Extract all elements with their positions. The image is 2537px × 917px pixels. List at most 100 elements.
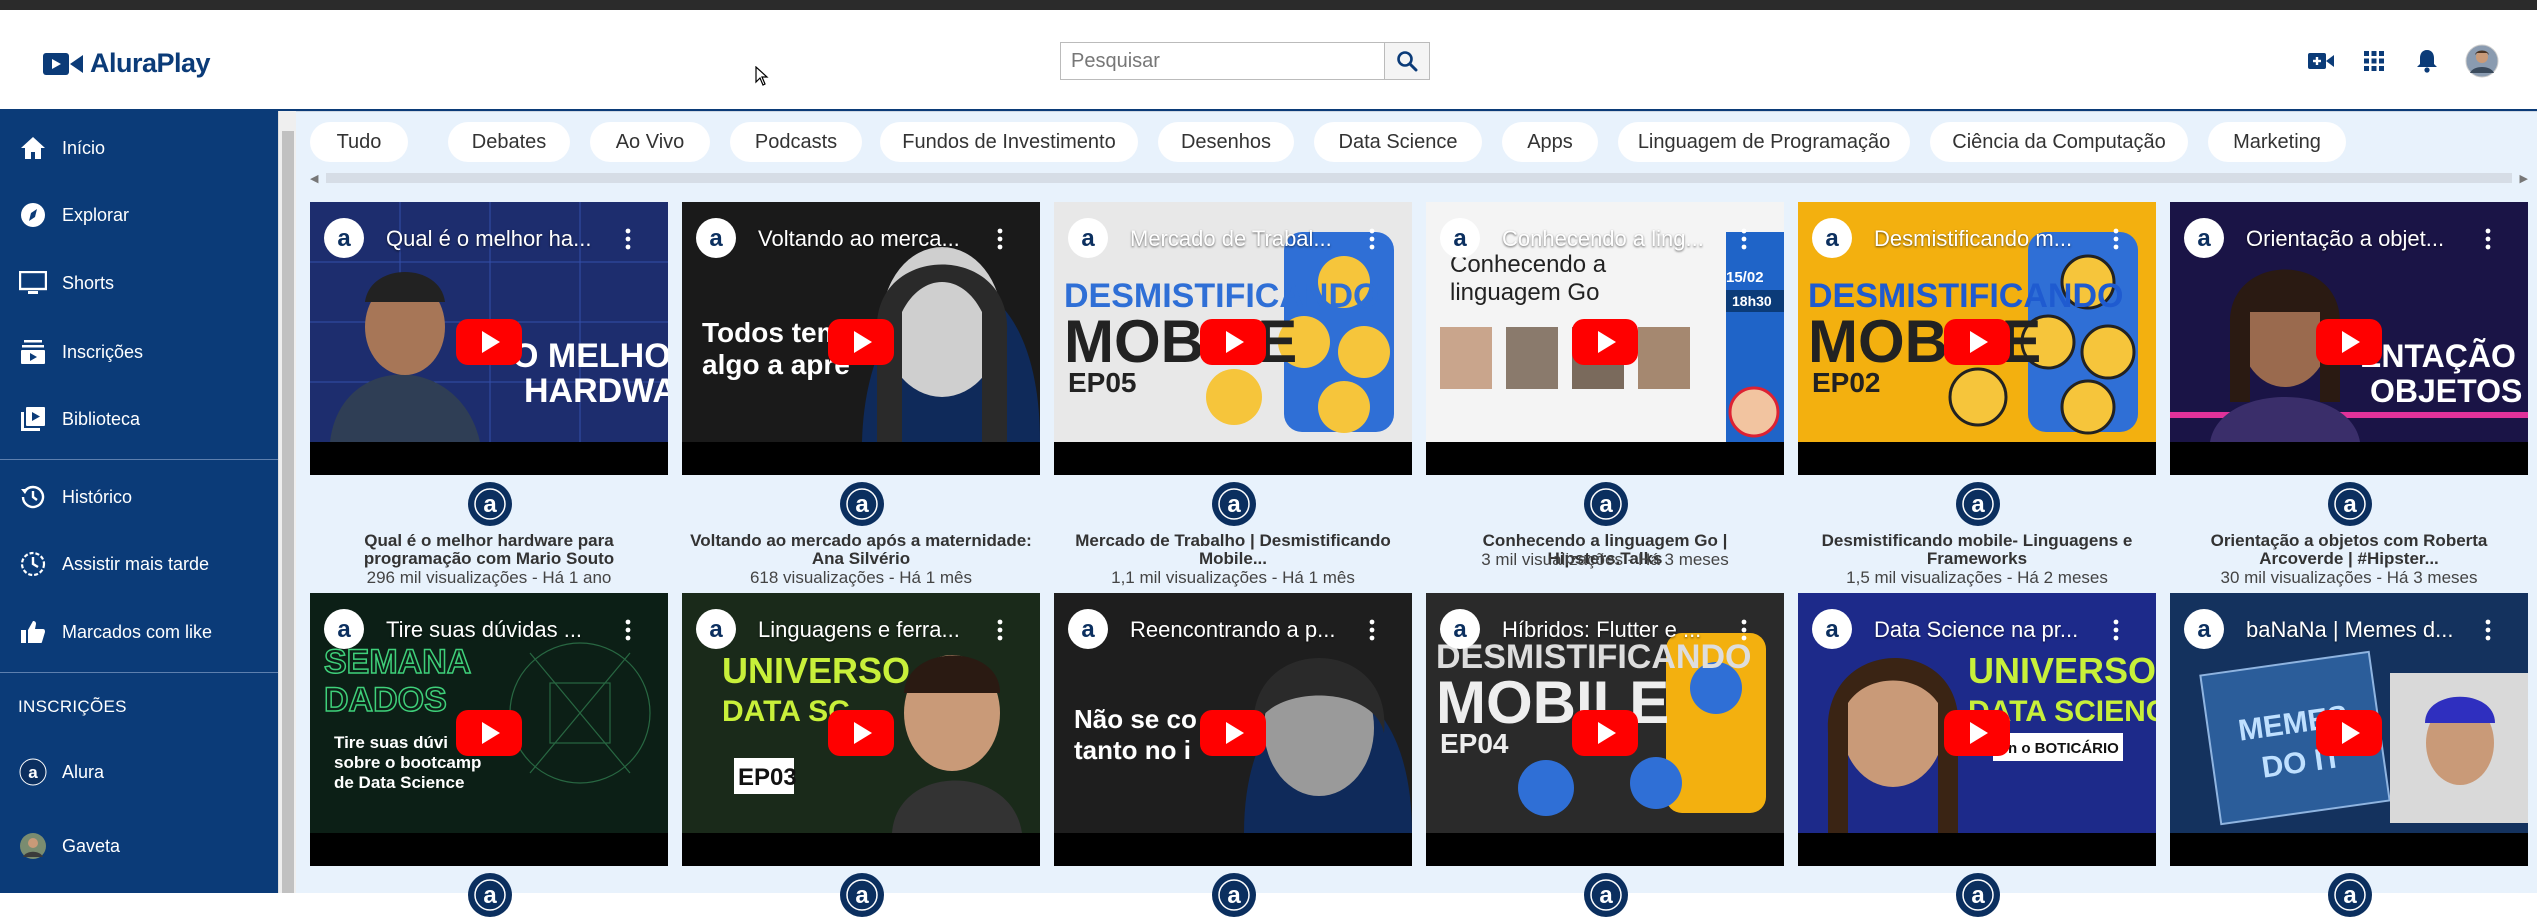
channel-avatar[interactable]: a	[1584, 873, 1628, 917]
sidebar-scrollbar[interactable]	[278, 111, 296, 893]
chip-apps[interactable]: Apps	[1502, 122, 1598, 162]
svg-text:EP02: EP02	[1812, 367, 1881, 398]
channel-avatar[interactable]: a	[1584, 482, 1628, 526]
video-meta: 1,5 mil visualizações - Há 2 meses	[1846, 568, 2108, 587]
sidebar-item-inicio[interactable]: Início	[0, 120, 278, 176]
video-thumbnail[interactable]: ENTAÇÃO OBJETOS a Orientação a objet...	[2170, 202, 2528, 475]
more-options-icon[interactable]	[2106, 222, 2126, 256]
app-logo[interactable]: AluraPlay	[42, 48, 211, 79]
more-options-icon[interactable]	[2106, 613, 2126, 647]
play-button-icon[interactable]	[1572, 703, 1638, 763]
chip-data-science[interactable]: Data Science	[1314, 122, 1482, 162]
channel-avatar[interactable]: a	[840, 873, 884, 917]
chip-desenhos[interactable]: Desenhos	[1158, 122, 1294, 162]
more-options-icon[interactable]	[1734, 613, 1754, 647]
video-thumbnail[interactable]: 15/02 18h30 Conhecendo a linguagem Go a …	[1426, 202, 1784, 475]
channel-avatar[interactable]: a	[1212, 482, 1256, 526]
sidebar-item-shorts[interactable]: Shorts	[0, 255, 278, 311]
scroll-right-arrow-icon[interactable]: ▶	[2520, 172, 2528, 185]
channel-logo-icon: a	[1068, 609, 1108, 649]
video-meta: 618 visualizações - Há 1 mês	[749, 568, 973, 587]
video-thumbnail[interactable]: MEMES DO IT a baNaNa | Memes d...	[2170, 593, 2528, 866]
play-button-icon[interactable]	[1200, 703, 1266, 763]
sidebar-item-inscricoes[interactable]: Inscrições	[0, 324, 278, 380]
play-button-icon[interactable]	[2316, 703, 2382, 763]
channel-avatar[interactable]: a	[1956, 482, 2000, 526]
channel-avatar[interactable]: a	[468, 482, 512, 526]
chip-marketing[interactable]: Marketing	[2208, 122, 2346, 162]
chip-podcasts[interactable]: Podcasts	[730, 122, 862, 162]
video-thumbnail[interactable]: DESMISTIFICANDO MOBILE EP02 a Desmistifi…	[1798, 202, 2156, 475]
notifications-button[interactable]	[2410, 44, 2444, 78]
video-thumbnail[interactable]: Não se co tanto no i a Reencontrando a p…	[1054, 593, 1412, 866]
add-video-button[interactable]	[2304, 44, 2338, 78]
more-options-icon[interactable]	[990, 222, 1010, 256]
channel-avatar[interactable]: a	[2328, 873, 2372, 917]
thumbnail-title: Data Science na pr...	[1874, 617, 2079, 642]
more-options-icon[interactable]	[990, 613, 1010, 647]
channel-logo-icon: a	[2184, 609, 2224, 649]
play-button-icon[interactable]	[456, 312, 522, 372]
more-options-icon[interactable]	[1734, 222, 1754, 256]
logo-camera-icon	[43, 52, 83, 75]
sidebar-item-marcados-com-like[interactable]: Marcados com like	[0, 604, 278, 660]
chip-ciencia-da-computacao[interactable]: Ciência da Computação	[1930, 122, 2188, 162]
more-options-icon[interactable]	[2478, 222, 2498, 256]
channel-avatar[interactable]: a	[2328, 482, 2372, 526]
video-thumbnail[interactable]: UNIVERSO DATA SCIENCE n o BOTICÁRIO a Da…	[1798, 593, 2156, 866]
sidebar-item-biblioteca[interactable]: Biblioteca	[0, 391, 278, 447]
channel-avatar[interactable]: a	[468, 873, 512, 917]
channel-logo-icon: a	[1440, 609, 1480, 649]
video-thumbnail[interactable]: SEMANA DADOS Tire suas dúvi sobre o boot…	[310, 593, 668, 866]
apps-button[interactable]	[2357, 44, 2391, 78]
video-thumbnail[interactable]: Todos tem algo a apre a Voltando ao merc…	[682, 202, 1040, 475]
search-button[interactable]	[1384, 42, 1430, 80]
video-title[interactable]: Orientação a objetos com Roberta Arcover…	[2170, 532, 2528, 568]
search-input[interactable]	[1060, 42, 1384, 80]
chip-debates[interactable]: Debates	[448, 122, 570, 162]
play-button-icon[interactable]	[1944, 312, 2010, 372]
chip-tudo[interactable]: Tudo	[310, 122, 408, 162]
sidebar-item-assistir-mais-tarde[interactable]: Assistir mais tarde	[0, 536, 278, 592]
channel-avatar[interactable]: a	[1956, 873, 2000, 917]
sidebar-item-historico[interactable]: Histórico	[0, 469, 278, 525]
video-title[interactable]: Mercado de Trabalho | Desmistificando Mo…	[1054, 532, 1412, 568]
sidebar-subscription-alura[interactable]: a Alura	[0, 744, 278, 800]
more-options-icon[interactable]	[618, 222, 638, 256]
video-thumbnail[interactable]: O MELHOR HARDWARE a Qual é o melhor ha..…	[310, 202, 668, 475]
more-options-icon[interactable]	[2478, 613, 2498, 647]
video-title[interactable]: Voltando ao mercado após a maternidade: …	[682, 532, 1040, 568]
video-thumbnail[interactable]: UNIVERSO DATA SC EP03 a Linguagens e fer…	[682, 593, 1040, 866]
scroll-left-arrow-icon[interactable]: ◀	[310, 172, 318, 185]
video-title[interactable]: Desmistificando mobile- Linguagens e Fra…	[1798, 532, 2156, 568]
more-options-icon[interactable]	[1362, 613, 1382, 647]
svg-text:18h30: 18h30	[1732, 293, 1772, 309]
play-button-icon[interactable]	[1200, 312, 1266, 372]
more-options-icon[interactable]	[618, 613, 638, 647]
play-button-icon[interactable]	[828, 703, 894, 763]
more-options-icon[interactable]	[1362, 222, 1382, 256]
chip-fundos-de-investimento[interactable]: Fundos de Investimento	[880, 122, 1138, 162]
play-button-icon[interactable]	[828, 312, 894, 372]
play-button-icon[interactable]	[2316, 312, 2382, 372]
sidebar-item-explorar[interactable]: Explorar	[0, 187, 278, 243]
chips-horizontal-scrollbar[interactable]: ◀ ▶	[310, 170, 2528, 186]
chip-ao-vivo[interactable]: Ao Vivo	[590, 122, 710, 162]
thumbnail-title: Desmistificando m...	[1874, 226, 2073, 251]
play-button-icon[interactable]	[456, 703, 522, 763]
video-thumbnail[interactable]: DESMISTIFICANDO MOBILE EP05 a Mercado de…	[1054, 202, 1412, 475]
play-button-icon[interactable]	[1572, 312, 1638, 372]
video-meta: 30 mil visualizações - Há 3 meses	[2220, 568, 2478, 587]
sidebar-scrollbar-thumb[interactable]	[282, 131, 294, 893]
channel-avatar[interactable]: a	[1212, 873, 1256, 917]
sidebar-item-label: Inscrições	[62, 341, 144, 362]
play-button-icon[interactable]	[1944, 703, 2010, 763]
user-avatar-button[interactable]	[2463, 42, 2501, 80]
channel-avatar[interactable]: a	[840, 482, 884, 526]
video-title[interactable]: Qual é o melhor hardware para programaçã…	[310, 532, 668, 568]
svg-text:a: a	[2343, 882, 2357, 909]
chip-linguagem-de-programacao[interactable]: Linguagem de Programação	[1618, 122, 1910, 162]
chips-scrollbar-thumb[interactable]	[326, 173, 2512, 183]
sidebar-subscription-gaveta[interactable]: Gaveta	[0, 818, 278, 874]
video-thumbnail[interactable]: DESMISTIFICANDO MOBILE EP04 a Híbridos: …	[1426, 593, 1784, 866]
